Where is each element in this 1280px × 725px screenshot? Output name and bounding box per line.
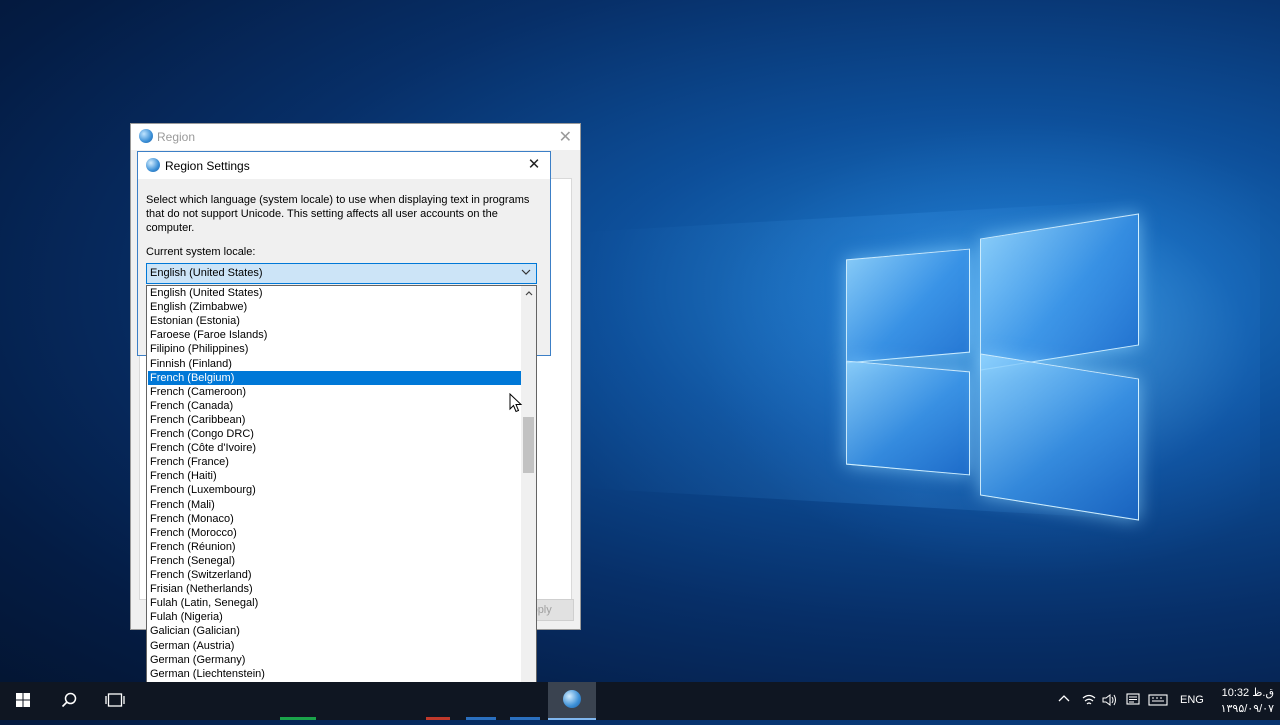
locale-option[interactable]: Fulah (Latin, Senegal) bbox=[148, 596, 521, 610]
locale-option[interactable]: French (Réunion) bbox=[148, 540, 521, 554]
locale-dropdown-list[interactable]: English (United States) English (Zimbabwe… bbox=[146, 285, 537, 707]
wifi-icon[interactable] bbox=[1082, 693, 1096, 710]
dropdown-scrollbar[interactable] bbox=[521, 286, 536, 706]
search-icon[interactable] bbox=[46, 682, 92, 720]
locale-option[interactable]: French (Côte d'Ivoire) bbox=[148, 441, 521, 455]
locale-option[interactable]: French (Mali) bbox=[148, 498, 521, 512]
locale-option[interactable]: German (Liechtenstein) bbox=[148, 667, 521, 681]
current-locale-label: Current system locale: bbox=[146, 246, 256, 258]
action-center-icon[interactable] bbox=[1126, 693, 1140, 710]
dialog-title: Region Settings bbox=[165, 159, 250, 173]
locale-option[interactable]: French (Cameroon) bbox=[148, 385, 521, 399]
locale-option[interactable]: French (Monaco) bbox=[148, 512, 521, 526]
locale-option[interactable]: German (Austria) bbox=[148, 639, 521, 653]
region-globe-icon bbox=[563, 690, 581, 708]
locale-option[interactable]: French (Caribbean) bbox=[148, 413, 521, 427]
locale-option[interactable]: French (Switzerland) bbox=[148, 568, 521, 582]
chevron-up-icon[interactable] bbox=[1058, 693, 1070, 708]
speaker-icon[interactable] bbox=[1102, 693, 1118, 710]
chevron-down-icon[interactable] bbox=[519, 266, 533, 280]
locale-option[interactable]: French (Congo DRC) bbox=[148, 427, 521, 441]
locale-option[interactable]: French (Senegal) bbox=[148, 554, 521, 568]
locale-option[interactable]: Estonian (Estonia) bbox=[148, 314, 521, 328]
locale-option[interactable]: Finnish (Finland) bbox=[148, 357, 521, 371]
locale-option[interactable]: French (Luxembourg) bbox=[148, 483, 521, 497]
locale-option[interactable]: French (Belgium) bbox=[148, 370, 521, 385]
mouse-cursor-icon bbox=[509, 393, 523, 413]
keyboard-icon[interactable] bbox=[1148, 693, 1168, 710]
clock-time[interactable]: 10:32 ق.ظ bbox=[1214, 686, 1274, 699]
taskbar-region-app[interactable] bbox=[548, 682, 596, 720]
windows-logo-pane bbox=[980, 353, 1139, 521]
clock-date[interactable]: ۱۳۹۵/۰۹/۰۷ bbox=[1214, 702, 1274, 715]
locale-option[interactable]: German (Germany) bbox=[148, 653, 521, 667]
region-close-button[interactable]: ✕ bbox=[559, 127, 572, 147]
taskbar: ENG 10:32 ق.ظ ۱۳۹۵/۰۹/۰۷ bbox=[0, 682, 1280, 720]
locale-option[interactable]: Frisian (Netherlands) bbox=[148, 582, 521, 596]
dialog-titlebar: Region Settings ✕ bbox=[138, 152, 550, 179]
system-locale-select[interactable]: English (United States) bbox=[146, 263, 537, 284]
input-language-indicator[interactable]: ENG bbox=[1180, 694, 1204, 706]
region-window-title: Region bbox=[157, 130, 196, 144]
locale-option[interactable]: French (Haiti) bbox=[148, 469, 521, 483]
windows-logo-pane bbox=[846, 360, 970, 476]
dialog-close-button[interactable]: ✕ bbox=[524, 155, 544, 175]
selected-locale-value: English (United States) bbox=[150, 267, 263, 279]
windows-logo-pane bbox=[980, 213, 1139, 371]
locale-option[interactable]: French (Canada) bbox=[148, 399, 521, 413]
locale-option[interactable]: French (Morocco) bbox=[148, 526, 521, 540]
locale-option[interactable]: English (United States) bbox=[148, 286, 521, 300]
locale-option[interactable]: French (France) bbox=[148, 455, 521, 469]
region-globe-icon bbox=[146, 158, 160, 172]
region-globe-icon bbox=[139, 129, 153, 143]
locale-option[interactable]: Filipino (Philippines) bbox=[148, 342, 521, 356]
locale-option[interactable]: Fulah (Nigeria) bbox=[148, 610, 521, 624]
windows-logo-pane bbox=[846, 248, 970, 364]
scrollbar-thumb[interactable] bbox=[523, 417, 534, 473]
windows-start-icon[interactable] bbox=[0, 682, 46, 720]
locale-option[interactable]: Faroese (Faroe Islands) bbox=[148, 328, 521, 342]
region-titlebar: Region ✕ bbox=[131, 124, 580, 150]
task-view-icon[interactable] bbox=[92, 682, 138, 720]
locale-option[interactable]: English (Zimbabwe) bbox=[148, 300, 521, 314]
scroll-up-icon[interactable] bbox=[521, 286, 536, 301]
locale-option[interactable]: Galician (Galician) bbox=[148, 624, 521, 638]
dialog-description: Select which language (system locale) to… bbox=[146, 194, 530, 234]
